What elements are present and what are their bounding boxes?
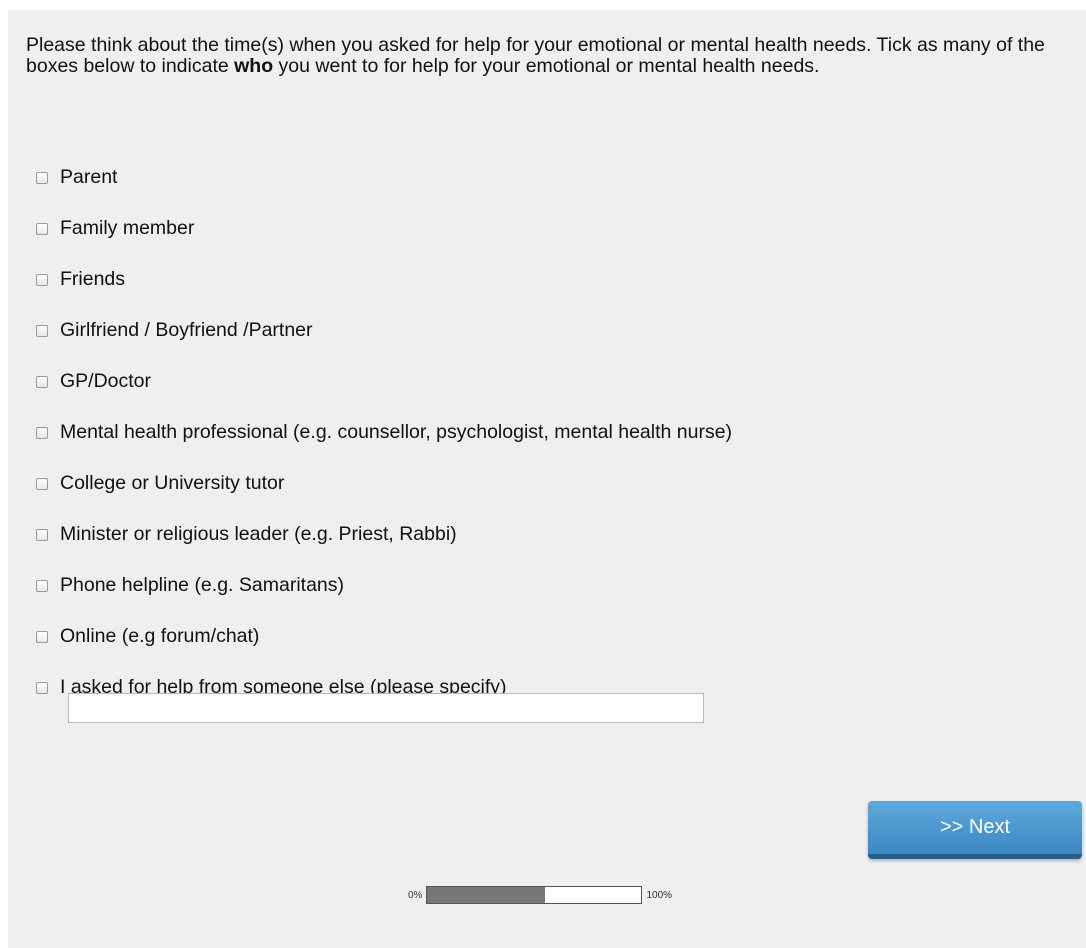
checkbox[interactable] [36, 528, 48, 541]
option-label[interactable]: Family member [60, 217, 194, 240]
option-tutor[interactable]: College or University tutor [36, 458, 732, 509]
option-label[interactable]: Parent [60, 166, 117, 189]
checkbox[interactable] [36, 171, 48, 184]
checkbox[interactable] [36, 222, 48, 235]
checkbox[interactable] [36, 477, 48, 490]
checkbox[interactable] [36, 273, 48, 286]
options-list: Parent Family member Friends Girlfriend … [36, 152, 732, 713]
next-button[interactable]: >> Next [868, 801, 1082, 859]
option-label[interactable]: Minister or religious leader (e.g. Pries… [60, 523, 457, 546]
option-label[interactable]: GP/Doctor [60, 370, 151, 393]
option-phone-helpline[interactable]: Phone helpline (e.g. Samaritans) [36, 560, 732, 611]
question-emphasis: who [234, 55, 274, 77]
question-text-end: you went to for help for your emotional … [273, 55, 820, 77]
checkbox[interactable] [36, 630, 48, 643]
progress-indicator: 0% 100% [408, 885, 672, 905]
checkbox[interactable] [36, 426, 48, 439]
survey-panel: Please think about the time(s) when you … [8, 10, 1086, 948]
option-label[interactable]: Girlfriend / Boyfriend /Partner [60, 319, 313, 342]
checkbox[interactable] [36, 375, 48, 388]
option-friends[interactable]: Friends [36, 254, 732, 305]
option-mental-health-professional[interactable]: Mental health professional (e.g. counsel… [36, 407, 732, 458]
option-online[interactable]: Online (e.g forum/chat) [36, 611, 732, 662]
option-label[interactable]: Mental health professional (e.g. counsel… [60, 421, 732, 444]
progress-end-label: 100% [646, 889, 673, 901]
option-gp-doctor[interactable]: GP/Doctor [36, 356, 732, 407]
other-specify-input[interactable] [68, 693, 704, 723]
option-family-member[interactable]: Family member [36, 203, 732, 254]
checkbox[interactable] [36, 681, 48, 694]
checkbox[interactable] [36, 324, 48, 337]
question-text: Please think about the time(s) when you … [26, 35, 1076, 77]
option-label[interactable]: Friends [60, 268, 125, 291]
progress-start-label: 0% [408, 889, 423, 901]
option-label[interactable]: College or University tutor [60, 472, 284, 495]
option-label[interactable]: Phone helpline (e.g. Samaritans) [60, 574, 344, 597]
option-partner[interactable]: Girlfriend / Boyfriend /Partner [36, 305, 732, 356]
option-parent[interactable]: Parent [36, 152, 732, 203]
option-label[interactable]: Online (e.g forum/chat) [60, 625, 259, 648]
progress-bar [426, 886, 643, 904]
progress-bar-fill [427, 887, 546, 903]
checkbox[interactable] [36, 579, 48, 592]
option-religious-leader[interactable]: Minister or religious leader (e.g. Pries… [36, 509, 732, 560]
